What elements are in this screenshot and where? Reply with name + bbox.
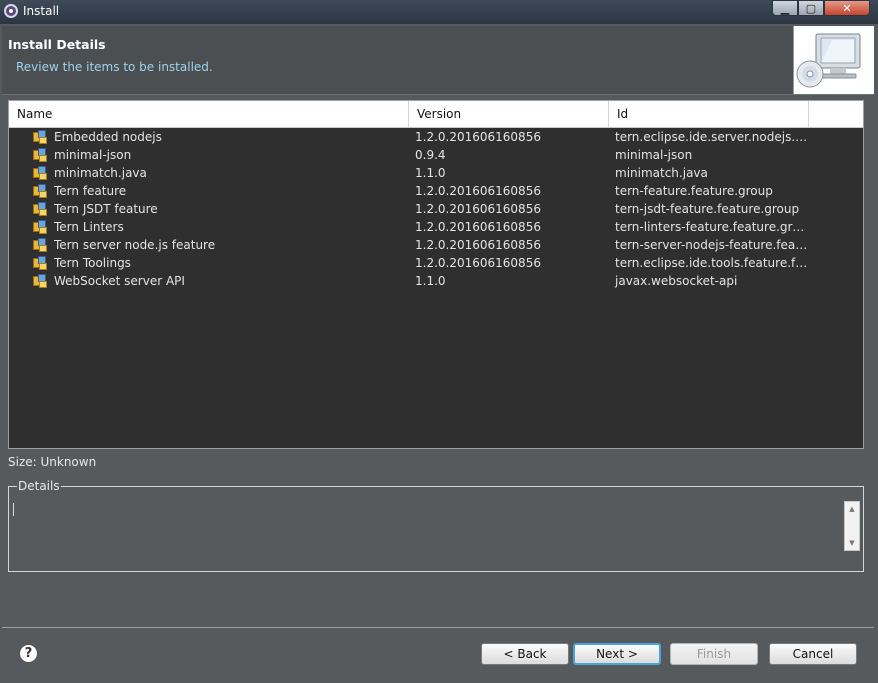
item-name: Tern Linters — [54, 220, 124, 234]
feature-icon — [33, 238, 47, 252]
scroll-up-arrow-icon[interactable]: ▲ — [845, 502, 859, 516]
title-bar: Install ▁ ▢ ✕ — [0, 0, 878, 24]
cancel-button[interactable]: Cancel — [769, 643, 857, 665]
item-version: 1.2.0.201606160856 — [415, 130, 541, 144]
table-row[interactable]: WebSocket server API 1.1.0 javax.websock… — [9, 272, 863, 290]
item-id: tern.eclipse.ide.server.nodejs.emb… — [615, 130, 809, 144]
feature-icon — [33, 184, 47, 198]
column-header-id[interactable]: Id — [609, 101, 809, 127]
item-name: Tern server node.js feature — [54, 238, 216, 252]
window-controls: ▁ ▢ ✕ — [772, 0, 870, 16]
item-version: 1.2.0.201606160856 — [415, 202, 541, 216]
table-row[interactable]: Tern Toolings 1.2.0.201606160856 tern.ec… — [9, 254, 863, 272]
feature-icon — [33, 256, 47, 270]
item-id: tern-linters-feature.feature.group — [615, 220, 809, 234]
item-id: tern.eclipse.ide.tools.feature.featur… — [615, 256, 809, 270]
close-button[interactable]: ✕ — [824, 0, 870, 16]
item-id: javax.websocket-api — [615, 274, 738, 288]
table-row[interactable]: Tern feature 1.2.0.201606160856 tern-fea… — [9, 182, 863, 200]
table-row[interactable]: Tern JSDT feature 1.2.0.201606160856 ter… — [9, 200, 863, 218]
feature-icon — [33, 166, 47, 180]
back-button[interactable]: < Back — [481, 643, 569, 665]
item-version: 1.2.0.201606160856 — [415, 184, 541, 198]
details-group: Details ▲ ▼ — [8, 479, 864, 572]
table-header: Name Version Id — [9, 101, 863, 128]
maximize-button[interactable]: ▢ — [798, 0, 824, 16]
finish-button[interactable]: Finish — [670, 643, 758, 665]
window-title: Install — [23, 4, 60, 18]
table-body: Embedded nodejs 1.2.0.201606160856 tern.… — [9, 128, 863, 290]
next-button[interactable]: Next > — [573, 643, 661, 665]
item-name: Embedded nodejs — [54, 130, 162, 144]
wizard-header: Install Details Review the items to be i… — [2, 26, 874, 95]
scroll-down-arrow-icon[interactable]: ▼ — [845, 536, 859, 550]
item-version: 1.2.0.201606160856 — [415, 256, 541, 270]
item-name: minimatch.java — [54, 166, 147, 180]
feature-icon — [33, 130, 47, 144]
details-text-area[interactable] — [10, 499, 844, 551]
column-header-name[interactable]: Name — [9, 101, 409, 127]
table-row[interactable]: minimatch.java 1.1.0 minimatch.java — [9, 164, 863, 182]
details-legend: Details — [17, 479, 61, 493]
item-name: Tern Toolings — [54, 256, 131, 270]
feature-icon — [33, 148, 47, 162]
item-id: tern-jsdt-feature.feature.group — [615, 202, 800, 216]
item-name: Tern feature — [54, 184, 127, 198]
item-name: WebSocket server API — [54, 274, 185, 288]
table-row[interactable]: Embedded nodejs 1.2.0.201606160856 tern.… — [9, 128, 863, 146]
table-row[interactable]: Tern Linters 1.2.0.201606160856 tern-lin… — [9, 218, 863, 236]
button-bar-separator — [2, 627, 874, 628]
install-banner-image — [793, 26, 874, 94]
install-size-label: Size: Unknown — [8, 455, 97, 469]
column-header-filler — [809, 101, 863, 127]
item-name: minimal-json — [54, 148, 132, 162]
column-header-version[interactable]: Version — [409, 101, 609, 127]
eclipse-app-icon — [4, 4, 18, 18]
item-id: tern-feature.feature.group — [615, 184, 773, 198]
install-items-table[interactable]: Name Version Id Embedded nodejs 1.2.0.20… — [8, 100, 864, 449]
feature-icon — [33, 202, 47, 216]
item-name: Tern JSDT feature — [54, 202, 158, 216]
table-row[interactable]: minimal-json 0.9.4 minimal-json — [9, 146, 863, 164]
item-version: 0.9.4 — [415, 148, 446, 162]
text-caret — [13, 503, 14, 516]
help-icon[interactable]: ? — [19, 644, 38, 663]
feature-icon — [33, 220, 47, 234]
item-version: 1.1.0 — [415, 166, 446, 180]
item-version: 1.2.0.201606160856 — [415, 238, 541, 252]
item-id: minimal-json — [615, 148, 693, 162]
item-version: 1.1.0 — [415, 274, 446, 288]
item-id: minimatch.java — [615, 166, 708, 180]
item-id: tern-server-nodejs-feature.feature.… — [615, 238, 809, 252]
minimize-button[interactable]: ▁ — [772, 0, 798, 16]
computer-cd-icon — [796, 33, 861, 88]
page-title: Install Details — [8, 37, 106, 52]
feature-icon — [33, 274, 47, 288]
table-row[interactable]: Tern server node.js feature 1.2.0.201606… — [9, 236, 863, 254]
details-scrollbar[interactable]: ▲ ▼ — [844, 501, 860, 551]
item-version: 1.2.0.201606160856 — [415, 220, 541, 234]
page-description: Review the items to be installed. — [16, 60, 213, 74]
